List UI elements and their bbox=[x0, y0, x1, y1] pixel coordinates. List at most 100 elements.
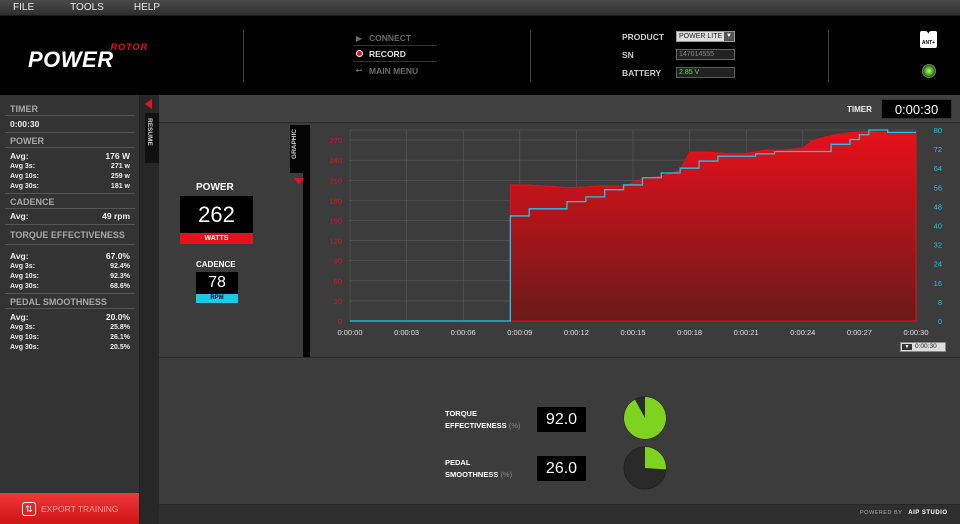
graphic-strip bbox=[303, 125, 310, 357]
power-cadence-chart: 0 30 60 90 120 150 180 210 240 270 0 8 16 24 32 40 48 56 6… bbox=[329, 126, 942, 337]
main-menu-button[interactable]: ↩ MAIN MENU bbox=[353, 63, 437, 78]
pedal-smoothness-gauge bbox=[623, 446, 667, 490]
product-select[interactable]: POWER LITE ▼ bbox=[676, 31, 735, 42]
smooth-avg30-row: Avg 30s: 20.5% bbox=[10, 344, 130, 351]
sn-value: 147014555 bbox=[679, 51, 715, 58]
collapse-left-icon[interactable] bbox=[145, 99, 152, 109]
logo-power-text: POWER bbox=[28, 47, 114, 72]
ant-plus-label: ANT+ bbox=[921, 40, 936, 46]
cadence-section-title: CADENCE bbox=[10, 197, 55, 207]
rotor-power-logo: ROTOR POWER bbox=[28, 42, 152, 72]
gauge-slice bbox=[624, 397, 666, 439]
y-right-tick-label: 40 bbox=[934, 222, 942, 231]
y-right-tick-label: 32 bbox=[934, 241, 942, 250]
timer-title: TIMER bbox=[10, 104, 38, 114]
aip-studio-logo: AIP STUDIO bbox=[908, 510, 948, 516]
smooth-avg10-row: Avg 10s: 26.1% bbox=[10, 334, 130, 341]
pedal-smoothness-label: PEDAL SMOOTHNESS (%) bbox=[445, 458, 513, 479]
cadence-unit: RPM bbox=[196, 294, 238, 303]
y-left-tick-label: 150 bbox=[329, 216, 342, 225]
torque-effectiveness-gauge bbox=[623, 396, 667, 440]
torque-avg10-row: Avg 10s: 92.3% bbox=[10, 273, 130, 280]
menu-file[interactable]: FILE bbox=[0, 2, 47, 13]
product-label: PRODUCT bbox=[622, 32, 665, 42]
x-tick-label: 0:00:15 bbox=[620, 328, 645, 337]
y-left-tick-label: 60 bbox=[334, 277, 342, 286]
y-right-tick-label: 56 bbox=[934, 183, 942, 192]
torque-section-title: TORQUE EFFECTIVENESS bbox=[10, 230, 125, 240]
smooth-avg-row: Avg: 20.0% bbox=[10, 312, 130, 322]
record-label: RECORD bbox=[369, 49, 406, 59]
y-right-tick-label: 64 bbox=[934, 164, 942, 173]
power-avg10-row: Avg 10s: 259 w bbox=[10, 173, 130, 180]
gauge-slice bbox=[645, 447, 666, 470]
power-avg-row: Avg: 176 W bbox=[10, 151, 130, 161]
cadence-title: CADENCE bbox=[196, 260, 236, 269]
power-avg3-row: Avg 3s: 271 w bbox=[10, 163, 130, 170]
main-menu-label: MAIN MENU bbox=[369, 65, 419, 76]
collapse-down-icon[interactable] bbox=[294, 178, 304, 185]
x-tick-label: 0:00:03 bbox=[394, 328, 419, 337]
y-left-tick-label: 270 bbox=[329, 136, 342, 145]
summary-panel: TIMER 0:00:30 POWER Avg: 176 W Avg 3s: 271… bbox=[0, 95, 140, 524]
graphic-tab[interactable]: GRAPHIC bbox=[290, 125, 304, 173]
cadence-avg-row: Avg: 49 rpm bbox=[10, 211, 130, 221]
y-right-tick-label: 16 bbox=[934, 279, 942, 288]
battery-label: BATTERY bbox=[622, 68, 662, 78]
y-right-tick-label: 0 bbox=[938, 317, 942, 326]
timer-display: 0:00:30 bbox=[881, 99, 952, 119]
time-range-select[interactable]: ▼ 0:00:30 bbox=[900, 342, 946, 352]
x-tick-label: 0:00:21 bbox=[734, 328, 759, 337]
torque-avg-row: Avg: 67.0% bbox=[10, 251, 130, 261]
export-training-label: EXPORT TRAINING bbox=[41, 503, 119, 514]
y-left-tick-label: 0 bbox=[338, 317, 342, 326]
y-left-tick-label: 30 bbox=[334, 297, 342, 306]
record-button[interactable]: RECORD bbox=[353, 47, 437, 62]
power-section-title: POWER bbox=[10, 136, 45, 146]
record-icon bbox=[353, 49, 365, 59]
y-right-tick-label: 80 bbox=[934, 126, 942, 135]
ant-plus-icon[interactable]: ANT+ bbox=[920, 25, 937, 48]
menu-tools[interactable]: TOOLS bbox=[57, 2, 117, 13]
y-right-tick-label: 72 bbox=[934, 145, 942, 154]
x-tick-label: 0:00:12 bbox=[564, 328, 589, 337]
x-tick-label: 0:00:09 bbox=[507, 328, 532, 337]
chevron-down-icon: ▼ bbox=[902, 344, 912, 350]
header-divider bbox=[243, 30, 244, 82]
torque-avg30-row: Avg 30s: 68.6% bbox=[10, 283, 130, 290]
x-tick-label: 0:00:24 bbox=[790, 328, 815, 337]
pedal-smoothness-display: 26.0 bbox=[537, 456, 586, 481]
play-icon: ▶ bbox=[355, 33, 363, 43]
export-icon: ⇅ bbox=[22, 501, 36, 516]
y-left-tick-label: 210 bbox=[329, 176, 342, 185]
header: ROTOR POWER ▶ CONNECT RECORD ↩ MAIN MENU… bbox=[0, 16, 960, 95]
smooth-avg3-row: Avg 3s: 25.8% bbox=[10, 324, 130, 331]
menu-help[interactable]: HELP bbox=[121, 2, 173, 13]
resume-tab[interactable]: RESUME bbox=[145, 113, 159, 163]
x-tick-label: 0:00:30 bbox=[903, 328, 928, 337]
y-left-tick-label: 120 bbox=[329, 237, 342, 246]
torque-avg3-row: Avg 3s: 92.4% bbox=[10, 263, 130, 270]
x-tick-label: 0:00:27 bbox=[847, 328, 872, 337]
product-value: POWER LITE bbox=[679, 33, 723, 40]
timer-label: TIMER bbox=[847, 105, 872, 114]
export-training-button[interactable]: ⇅ EXPORT TRAINING bbox=[0, 493, 139, 524]
power-unit: WATTS bbox=[180, 233, 253, 244]
chevron-down-icon: ▼ bbox=[724, 32, 734, 41]
footer bbox=[159, 504, 960, 524]
connect-button[interactable]: ▶ CONNECT bbox=[353, 31, 437, 46]
powered-by: POWERED BY AIP STUDIO bbox=[860, 510, 948, 516]
battery-field: 2.85 V bbox=[676, 67, 735, 78]
x-tick-label: 0:00:06 bbox=[451, 328, 476, 337]
power-display: 262 bbox=[180, 196, 253, 233]
connect-label: CONNECT bbox=[369, 33, 412, 43]
y-left-tick-label: 90 bbox=[334, 257, 342, 266]
graphic-tab-label: GRAPHIC bbox=[291, 129, 298, 159]
battery-value: 2.85 V bbox=[679, 69, 700, 76]
cadence-display: 78 bbox=[196, 272, 238, 294]
timer-row: 0:00:30 bbox=[10, 119, 130, 129]
y-right-tick-label: 48 bbox=[934, 202, 942, 211]
menu-bar: FILE TOOLS HELP bbox=[0, 0, 960, 16]
torque-effectiveness-display: 92.0 bbox=[537, 407, 586, 432]
resume-tab-label: RESUME bbox=[146, 118, 153, 146]
